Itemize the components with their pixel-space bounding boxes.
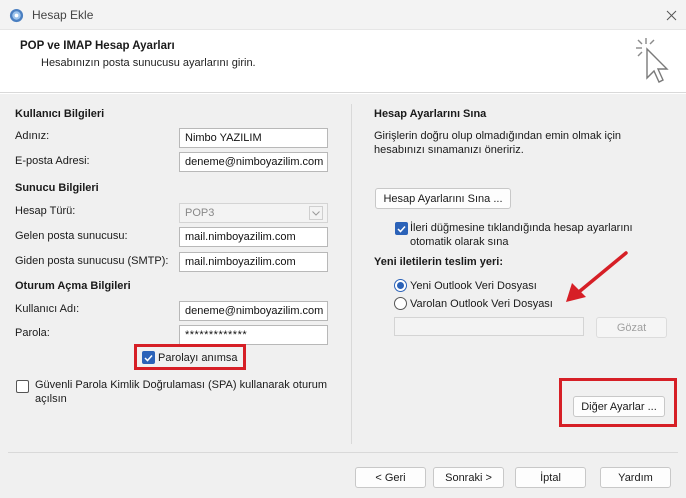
help-button[interactable]: Yardım — [600, 467, 671, 488]
new-data-file-label: Yeni Outlook Veri Dosyası — [410, 280, 537, 292]
close-button[interactable] — [656, 0, 686, 30]
spa-label-line2: açılsın — [35, 393, 67, 405]
page-subtitle: Hesabınızın posta sunucusu ayarlarını gi… — [41, 57, 256, 69]
email-field[interactable]: deneme@nimboyazilim.com — [179, 152, 328, 172]
title-bar — [0, 0, 686, 30]
test-desc-line1: Girişlerin doğru olup olmadığından emin … — [374, 130, 622, 142]
annotation-arrow-icon — [566, 251, 628, 302]
next-button[interactable]: Sonraki > — [433, 467, 504, 488]
new-data-file-radio[interactable] — [394, 279, 407, 292]
test-settings-heading: Hesap Ayarlarını Sına — [374, 108, 487, 120]
password-field[interactable]: ************* — [179, 325, 328, 345]
checkmark-icon — [397, 225, 406, 233]
click-cursor-icon — [636, 38, 669, 83]
remember-password-checkbox[interactable] — [142, 351, 155, 364]
logon-info-heading: Oturum Açma Bilgileri — [15, 280, 131, 292]
username-field[interactable]: deneme@nimboyazilim.com — [179, 301, 328, 321]
name-label: Adınız: — [15, 130, 50, 142]
page-title: POP ve IMAP Hesap Ayarları — [20, 40, 175, 52]
test-desc-line2: hesabınızı sınamanızı öneririz. — [374, 144, 524, 156]
outgoing-server-field[interactable]: mail.nimboyazilim.com — [179, 252, 328, 272]
window-title: Hesap Ekle — [32, 8, 94, 22]
spa-label-line1: Güvenli Parola Kimlik Doğrulaması (SPA) … — [35, 379, 328, 391]
existing-data-file-radio[interactable] — [394, 297, 407, 310]
username-label: Kullanıcı Adı: — [15, 303, 80, 315]
password-label: Parola: — [15, 327, 50, 339]
server-info-heading: Sunucu Bilgileri — [15, 182, 99, 194]
close-icon — [666, 10, 676, 20]
account-type-value: POP3 — [185, 207, 215, 219]
checkmark-icon — [144, 354, 153, 362]
test-account-settings-button[interactable]: Hesap Ayarlarını Sına ... — [375, 188, 511, 209]
delivery-heading: Yeni iletilerin teslim yeri: — [374, 256, 503, 268]
data-file-path-field — [394, 317, 584, 336]
account-type-select: POP3 — [179, 203, 328, 223]
auto-test-label-line2: otomatik olarak sına — [410, 236, 509, 248]
remember-password-label: Parolayı anımsa — [158, 352, 238, 364]
incoming-server-label: Gelen posta sunucusu: — [15, 230, 128, 242]
existing-data-file-label: Varolan Outlook Veri Dosyası — [410, 298, 553, 310]
back-button[interactable]: < Geri — [355, 467, 426, 488]
more-settings-button[interactable]: Diğer Ayarlar ... — [573, 396, 665, 417]
outgoing-server-label: Giden posta sunucusu (SMTP): — [15, 255, 169, 267]
user-info-heading: Kullanıcı Bilgileri — [15, 108, 105, 120]
spa-checkbox[interactable] — [16, 380, 29, 393]
cancel-button[interactable]: İptal — [515, 467, 586, 488]
account-type-label: Hesap Türü: — [15, 205, 76, 217]
auto-test-label-line1: İleri düğmesine tıklandığında hesap ayar… — [410, 222, 633, 234]
browse-button: Gözat — [596, 317, 667, 338]
auto-test-checkbox[interactable] — [395, 222, 408, 235]
chevron-down-icon — [309, 206, 323, 220]
name-field[interactable]: Nimbo YAZILIM — [179, 128, 328, 148]
column-divider — [351, 104, 352, 444]
incoming-server-field[interactable]: mail.nimboyazilim.com — [179, 227, 328, 247]
footer-divider — [8, 452, 678, 453]
email-label: E-posta Adresi: — [15, 155, 90, 167]
outlook-app-icon — [9, 8, 24, 23]
